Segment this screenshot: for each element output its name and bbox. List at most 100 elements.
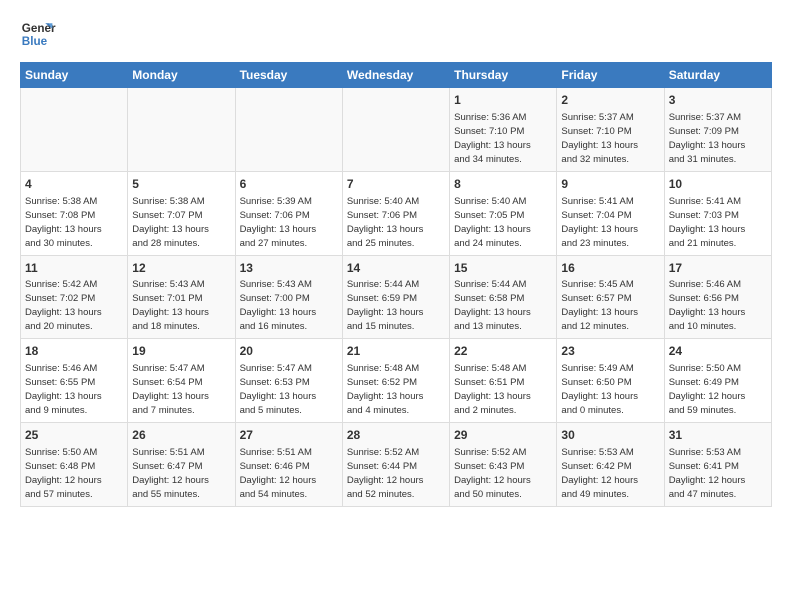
week-row-1: 1 Sunrise: 5:36 AM Sunset: 7:10 PM Daylig… bbox=[21, 88, 772, 172]
calendar-cell: 8Sunrise: 5:40 AM Sunset: 7:05 PM Daylig… bbox=[450, 171, 557, 255]
day-info: Sunrise: 5:46 AM Sunset: 6:56 PM Dayligh… bbox=[669, 279, 746, 332]
day-number: 22 bbox=[454, 343, 552, 360]
day-info: Sunrise: 5:38 AM Sunset: 7:08 PM Dayligh… bbox=[25, 196, 102, 249]
calendar-cell: 12 Sunrise: 5:43 AM Sunset: 7:01 PM Dayli… bbox=[128, 255, 235, 339]
calendar-cell: 29Sunrise: 5:52 AM Sunset: 6:43 PM Dayli… bbox=[450, 423, 557, 507]
day-info: Sunrise: 5:47 AM Sunset: 6:54 PM Dayligh… bbox=[132, 363, 209, 416]
day-number: 30 bbox=[561, 427, 659, 444]
calendar-cell: 3 Sunrise: 5:37 AM Sunset: 7:09 PM Daylig… bbox=[664, 88, 771, 172]
weekday-header-row: SundayMondayTuesdayWednesdayThursdayFrid… bbox=[21, 63, 772, 88]
logo: General Blue bbox=[20, 16, 56, 52]
day-number: 19 bbox=[132, 343, 230, 360]
calendar-cell: 27 Sunrise: 5:51 AM Sunset: 6:46 PM Dayli… bbox=[235, 423, 342, 507]
calendar-cell bbox=[128, 88, 235, 172]
day-number: 17 bbox=[669, 260, 767, 277]
day-info: Sunrise: 5:44 AM Sunset: 6:58 PM Dayligh… bbox=[454, 279, 531, 332]
calendar-cell bbox=[21, 88, 128, 172]
calendar-cell: 22 Sunrise: 5:48 AM Sunset: 6:51 PM Dayli… bbox=[450, 339, 557, 423]
day-info: Sunrise: 5:41 AM Sunset: 7:04 PM Dayligh… bbox=[561, 196, 638, 249]
calendar-cell: 11 Sunrise: 5:42 AM Sunset: 7:02 PM Dayli… bbox=[21, 255, 128, 339]
day-info: Sunrise: 5:41 AM Sunset: 7:03 PM Dayligh… bbox=[669, 196, 746, 249]
calendar-cell: 13 Sunrise: 5:43 AM Sunset: 7:00 PM Dayli… bbox=[235, 255, 342, 339]
day-number: 16 bbox=[561, 260, 659, 277]
calendar-cell: 10Sunrise: 5:41 AM Sunset: 7:03 PM Dayli… bbox=[664, 171, 771, 255]
day-info: Sunrise: 5:51 AM Sunset: 6:47 PM Dayligh… bbox=[132, 447, 209, 500]
day-info: Sunrise: 5:48 AM Sunset: 6:52 PM Dayligh… bbox=[347, 363, 424, 416]
calendar-cell: 21 Sunrise: 5:48 AM Sunset: 6:52 PM Dayli… bbox=[342, 339, 449, 423]
day-number: 31 bbox=[669, 427, 767, 444]
day-number: 2 bbox=[561, 92, 659, 109]
weekday-header-monday: Monday bbox=[128, 63, 235, 88]
day-number: 29 bbox=[454, 427, 552, 444]
week-row-2: 4 Sunrise: 5:38 AM Sunset: 7:08 PM Daylig… bbox=[21, 171, 772, 255]
calendar-cell: 9 Sunrise: 5:41 AM Sunset: 7:04 PM Daylig… bbox=[557, 171, 664, 255]
day-number: 14 bbox=[347, 260, 445, 277]
weekday-header-sunday: Sunday bbox=[21, 63, 128, 88]
day-info: Sunrise: 5:48 AM Sunset: 6:51 PM Dayligh… bbox=[454, 363, 531, 416]
calendar-cell: 5Sunrise: 5:38 AM Sunset: 7:07 PM Daylig… bbox=[128, 171, 235, 255]
calendar-cell bbox=[235, 88, 342, 172]
day-number: 12 bbox=[132, 260, 230, 277]
day-info: Sunrise: 5:53 AM Sunset: 6:41 PM Dayligh… bbox=[669, 447, 746, 500]
day-number: 26 bbox=[132, 427, 230, 444]
day-number: 27 bbox=[240, 427, 338, 444]
calendar-cell: 6 Sunrise: 5:39 AM Sunset: 7:06 PM Daylig… bbox=[235, 171, 342, 255]
calendar-cell: 15 Sunrise: 5:44 AM Sunset: 6:58 PM Dayli… bbox=[450, 255, 557, 339]
day-info: Sunrise: 5:50 AM Sunset: 6:49 PM Dayligh… bbox=[669, 363, 746, 416]
day-number: 18 bbox=[25, 343, 123, 360]
day-number: 24 bbox=[669, 343, 767, 360]
day-number: 6 bbox=[240, 176, 338, 193]
day-number: 1 bbox=[454, 92, 552, 109]
day-number: 25 bbox=[25, 427, 123, 444]
day-number: 15 bbox=[454, 260, 552, 277]
calendar-cell: 7 Sunrise: 5:40 AM Sunset: 7:06 PM Daylig… bbox=[342, 171, 449, 255]
day-info: Sunrise: 5:40 AM Sunset: 7:06 PM Dayligh… bbox=[347, 196, 424, 249]
day-info: Sunrise: 5:43 AM Sunset: 7:00 PM Dayligh… bbox=[240, 279, 317, 332]
calendar-cell: 14 Sunrise: 5:44 AM Sunset: 6:59 PM Dayli… bbox=[342, 255, 449, 339]
calendar-cell: 24 Sunrise: 5:50 AM Sunset: 6:49 PM Dayli… bbox=[664, 339, 771, 423]
weekday-header-wednesday: Wednesday bbox=[342, 63, 449, 88]
day-number: 7 bbox=[347, 176, 445, 193]
day-info: Sunrise: 5:44 AM Sunset: 6:59 PM Dayligh… bbox=[347, 279, 424, 332]
day-number: 21 bbox=[347, 343, 445, 360]
day-number: 11 bbox=[25, 260, 123, 277]
day-info: Sunrise: 5:38 AM Sunset: 7:07 PM Dayligh… bbox=[132, 196, 209, 249]
calendar-cell: 16 Sunrise: 5:45 AM Sunset: 6:57 PM Dayli… bbox=[557, 255, 664, 339]
day-info: Sunrise: 5:37 AM Sunset: 7:10 PM Dayligh… bbox=[561, 112, 638, 165]
calendar-cell: 17 Sunrise: 5:46 AM Sunset: 6:56 PM Dayli… bbox=[664, 255, 771, 339]
calendar-cell: 31 Sunrise: 5:53 AM Sunset: 6:41 PM Dayli… bbox=[664, 423, 771, 507]
day-number: 8 bbox=[454, 176, 552, 193]
day-info: Sunrise: 5:37 AM Sunset: 7:09 PM Dayligh… bbox=[669, 112, 746, 165]
calendar-cell: 23 Sunrise: 5:49 AM Sunset: 6:50 PM Dayli… bbox=[557, 339, 664, 423]
page: General Blue SundayMondayTuesdayWednesda… bbox=[0, 0, 792, 517]
header: General Blue bbox=[20, 16, 772, 52]
weekday-header-saturday: Saturday bbox=[664, 63, 771, 88]
weekday-header-tuesday: Tuesday bbox=[235, 63, 342, 88]
day-info: Sunrise: 5:42 AM Sunset: 7:02 PM Dayligh… bbox=[25, 279, 102, 332]
day-number: 9 bbox=[561, 176, 659, 193]
day-info: Sunrise: 5:49 AM Sunset: 6:50 PM Dayligh… bbox=[561, 363, 638, 416]
calendar-cell bbox=[342, 88, 449, 172]
day-info: Sunrise: 5:39 AM Sunset: 7:06 PM Dayligh… bbox=[240, 196, 317, 249]
day-info: Sunrise: 5:51 AM Sunset: 6:46 PM Dayligh… bbox=[240, 447, 317, 500]
day-info: Sunrise: 5:45 AM Sunset: 6:57 PM Dayligh… bbox=[561, 279, 638, 332]
day-number: 4 bbox=[25, 176, 123, 193]
logo-icon: General Blue bbox=[20, 16, 56, 52]
day-info: Sunrise: 5:46 AM Sunset: 6:55 PM Dayligh… bbox=[25, 363, 102, 416]
weekday-header-thursday: Thursday bbox=[450, 63, 557, 88]
calendar-cell: 1 Sunrise: 5:36 AM Sunset: 7:10 PM Daylig… bbox=[450, 88, 557, 172]
day-info: Sunrise: 5:36 AM Sunset: 7:10 PM Dayligh… bbox=[454, 112, 531, 165]
day-info: Sunrise: 5:52 AM Sunset: 6:44 PM Dayligh… bbox=[347, 447, 424, 500]
calendar-table: SundayMondayTuesdayWednesdayThursdayFrid… bbox=[20, 62, 772, 507]
day-number: 13 bbox=[240, 260, 338, 277]
day-info: Sunrise: 5:43 AM Sunset: 7:01 PM Dayligh… bbox=[132, 279, 209, 332]
calendar-cell: 19 Sunrise: 5:47 AM Sunset: 6:54 PM Dayli… bbox=[128, 339, 235, 423]
weekday-header-friday: Friday bbox=[557, 63, 664, 88]
calendar-cell: 20Sunrise: 5:47 AM Sunset: 6:53 PM Dayli… bbox=[235, 339, 342, 423]
calendar-cell: 18 Sunrise: 5:46 AM Sunset: 6:55 PM Dayli… bbox=[21, 339, 128, 423]
calendar-cell: 25Sunrise: 5:50 AM Sunset: 6:48 PM Dayli… bbox=[21, 423, 128, 507]
day-number: 23 bbox=[561, 343, 659, 360]
day-number: 3 bbox=[669, 92, 767, 109]
day-info: Sunrise: 5:47 AM Sunset: 6:53 PM Dayligh… bbox=[240, 363, 317, 416]
calendar-cell: 2 Sunrise: 5:37 AM Sunset: 7:10 PM Daylig… bbox=[557, 88, 664, 172]
